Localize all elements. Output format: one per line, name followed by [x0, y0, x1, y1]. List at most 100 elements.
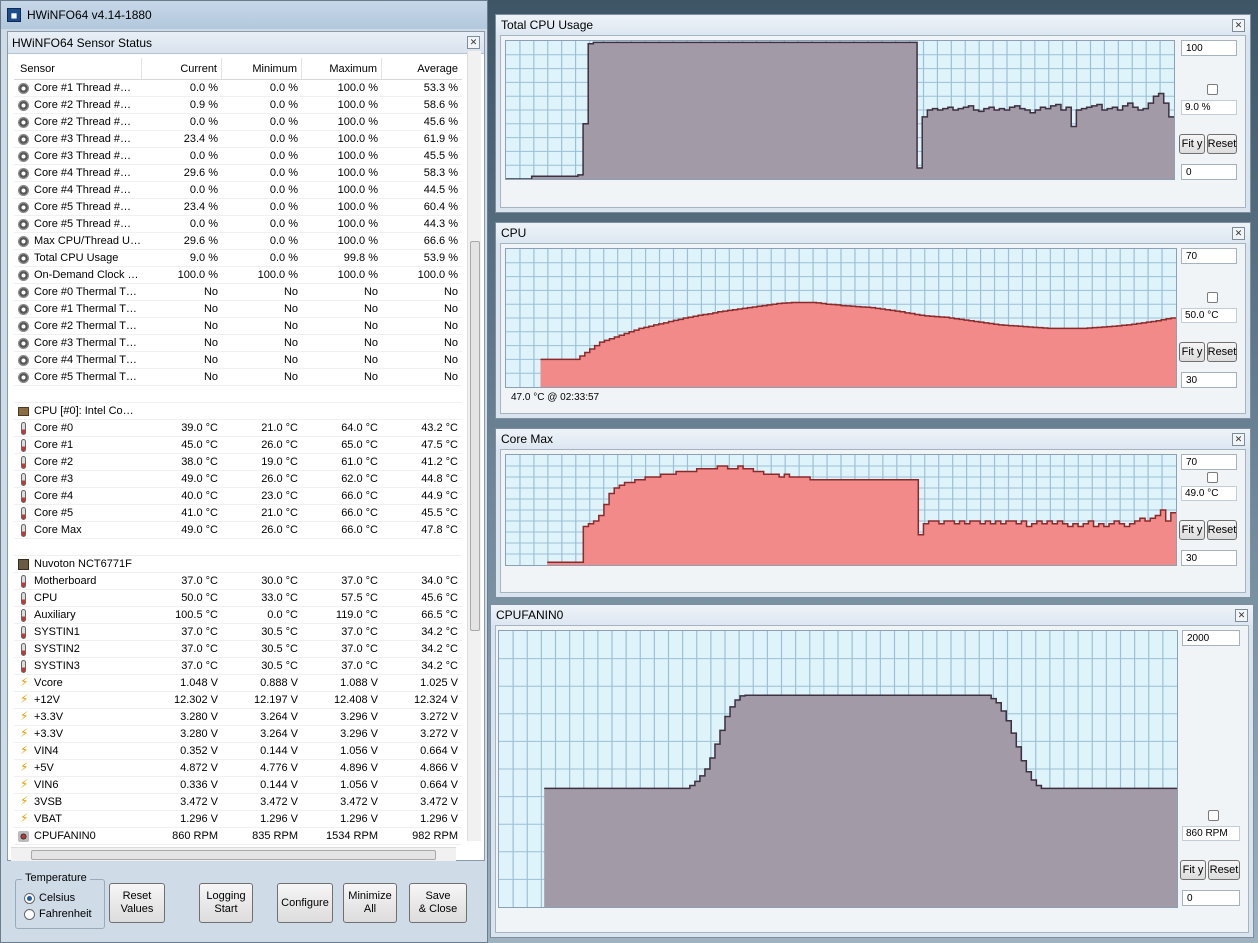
table-row[interactable]: Core #2 38.0 °C 19.0 °C 61.0 °C 41.2 °C	[14, 454, 462, 471]
table-row[interactable]: Core #4 Thread #… 29.6 % 0.0 % 100.0 % 58.3 …	[14, 165, 462, 182]
column-header-average[interactable]: Average	[382, 58, 462, 79]
graph-max-input[interactable]: 2000	[1182, 630, 1240, 646]
close-icon[interactable]: ✕	[1232, 226, 1245, 240]
table-row[interactable]: ⚡ +5V 4.872 V 4.776 V 4.896 V 4.866 V	[14, 760, 462, 777]
graph-min-input[interactable]: 0	[1181, 164, 1237, 180]
table-row[interactable]: Core #3 Thread #… 23.4 % 0.0 % 100.0 % 61.9 …	[14, 131, 462, 148]
fahrenheit-radio[interactable]	[24, 908, 35, 920]
fit-y-button[interactable]: Fit y	[1179, 134, 1205, 154]
table-row[interactable]: Core #5 41.0 °C 21.0 °C 66.0 °C 45.5 °C	[14, 505, 462, 522]
graph-checkbox[interactable]	[1207, 292, 1218, 303]
table-row[interactable]: ⚡ VIN6 0.336 V 0.144 V 1.056 V 0.664 V	[14, 777, 462, 794]
table-row[interactable]: Total CPU Usage 9.0 % 0.0 % 99.8 % 53.9 %	[14, 250, 462, 267]
reset-graph-button[interactable]: Reset	[1207, 342, 1237, 362]
table-row[interactable]: SYSTIN2 37.0 °C 30.5 °C 37.0 °C 34.2 °C	[14, 641, 462, 658]
configure-button[interactable]: Configure	[277, 883, 333, 923]
table-row[interactable]: Core #1 Thread #… 0.0 % 0.0 % 100.0 % 53.3 %	[14, 80, 462, 97]
save-close-button[interactable]: Save & Close	[409, 883, 467, 923]
table-row[interactable]: Auxiliary 100.5 °C 0.0 °C 119.0 °C 66.5 °C	[14, 607, 462, 624]
graph-checkbox[interactable]	[1207, 472, 1218, 483]
table-row[interactable]: Core #4 Thermal T… No No No No	[14, 352, 462, 369]
minimize-all-button[interactable]: Minimize All	[343, 883, 397, 923]
close-icon[interactable]: ✕	[1232, 432, 1245, 446]
graph-checkbox[interactable]	[1207, 84, 1218, 95]
group-header-row[interactable]: CPU [#0]: Intel Co…	[14, 403, 462, 420]
graph-header[interactable]: Total CPU Usage ✕	[496, 15, 1250, 35]
graph-header[interactable]: Core Max ✕	[496, 429, 1250, 449]
graph-area	[547, 466, 1176, 565]
celsius-option[interactable]: Celsius	[24, 892, 75, 904]
table-row[interactable]	[14, 386, 462, 403]
column-header-minimum[interactable]: Minimum	[222, 58, 302, 79]
main-titlebar[interactable]: ◼ HWiNFO64 v4.14-1880	[1, 1, 487, 29]
scroll-thumb-horizontal[interactable]	[31, 850, 436, 860]
table-row[interactable]: Core #1 45.0 °C 26.0 °C 65.0 °C 47.5 °C	[14, 437, 462, 454]
reset-graph-button[interactable]: Reset	[1208, 860, 1240, 880]
table-row[interactable]: ⚡ +12V 12.302 V 12.197 V 12.408 V 12.324 V	[14, 692, 462, 709]
table-row[interactable]: Core #5 Thread #… 23.4 % 0.0 % 100.0 % 60.4 …	[14, 199, 462, 216]
table-row[interactable]: ⚡ Vcore 1.048 V 0.888 V 1.088 V 1.025 V	[14, 675, 462, 692]
table-row[interactable]: Motherboard 37.0 °C 30.0 °C 37.0 °C 34.0 °C	[14, 573, 462, 590]
celsius-radio[interactable]	[24, 892, 35, 904]
current-cell: No	[203, 371, 218, 383]
table-row[interactable]: Max CPU/Thread U… 29.6 % 0.0 % 100.0 % 66.6 …	[14, 233, 462, 250]
graph-header[interactable]: CPUFANIN0 ✕	[491, 605, 1253, 625]
column-header-sensor[interactable]: Sensor	[14, 58, 142, 79]
table-row[interactable]: Core #0 39.0 °C 21.0 °C 64.0 °C 43.2 °C	[14, 420, 462, 437]
graph-header[interactable]: CPU ✕	[496, 223, 1250, 243]
graph-min-input[interactable]: 30	[1181, 550, 1237, 566]
close-icon[interactable]: ✕	[1232, 18, 1245, 32]
scroll-thumb[interactable]	[470, 241, 480, 631]
table-row[interactable]: ⚡ +3.3V 3.280 V 3.264 V 3.296 V 3.272 V	[14, 709, 462, 726]
graph-window-cpufanin0: CPUFANIN0 ✕ 2000 860 RPM Fit y Reset 0	[490, 604, 1254, 938]
horizontal-scrollbar[interactable]	[11, 847, 456, 861]
column-header-current[interactable]: Current	[142, 58, 222, 79]
reset-graph-button[interactable]: Reset	[1207, 520, 1237, 540]
reset-values-button[interactable]: Reset Values	[109, 883, 165, 923]
vertical-scrollbar[interactable]	[467, 51, 481, 841]
sensor-name-cell: Core #5 Thread #…	[14, 201, 142, 213]
table-row[interactable]: SYSTIN3 37.0 °C 30.5 °C 37.0 °C 34.2 °C	[14, 658, 462, 675]
graph-min-input[interactable]: 0	[1182, 890, 1240, 906]
graph-max-input[interactable]: 70	[1181, 248, 1237, 264]
close-icon[interactable]: ✕	[1235, 608, 1248, 622]
table-row[interactable]: Core #1 Thermal T… No No No No	[14, 301, 462, 318]
table-row[interactable]: ⚡ VIN4 0.352 V 0.144 V 1.056 V 0.664 V	[14, 743, 462, 760]
table-row[interactable]: ⚡ VBAT 1.296 V 1.296 V 1.296 V 1.296 V	[14, 811, 462, 828]
table-row[interactable]: CPUFANIN0 860 RPM 835 RPM 1534 RPM 982 RPM	[14, 828, 462, 845]
table-row[interactable]: Core #4 40.0 °C 23.0 °C 66.0 °C 44.9 °C	[14, 488, 462, 505]
fahrenheit-option[interactable]: Fahrenheit	[24, 908, 92, 920]
table-row[interactable]: Core #5 Thermal T… No No No No	[14, 369, 462, 386]
average-cell: 45.6 °C	[421, 592, 458, 604]
table-row[interactable]: SYSTIN1 37.0 °C 30.5 °C 37.0 °C 34.2 °C	[14, 624, 462, 641]
graph-max-input[interactable]: 70	[1181, 454, 1237, 470]
table-row[interactable]: Core #2 Thread #… 0.0 % 0.0 % 100.0 % 45.6 %	[14, 114, 462, 131]
table-row[interactable]: Core #3 Thermal T… No No No No	[14, 335, 462, 352]
graph-min-input[interactable]: 30	[1181, 372, 1237, 388]
fit-y-button[interactable]: Fit y	[1179, 520, 1205, 540]
table-row[interactable]: ⚡ +3.3V 3.280 V 3.264 V 3.296 V 3.272 V	[14, 726, 462, 743]
fit-y-button[interactable]: Fit y	[1180, 860, 1206, 880]
table-row[interactable]: Core #3 49.0 °C 26.0 °C 62.0 °C 44.8 °C	[14, 471, 462, 488]
table-row[interactable]: ⚡ 3VSB 3.472 V 3.472 V 3.472 V 3.472 V	[14, 794, 462, 811]
table-row[interactable]: Core #0 Thermal T… No No No No	[14, 284, 462, 301]
table-row[interactable]	[14, 539, 462, 556]
logging-start-button[interactable]: Logging Start	[199, 883, 253, 923]
graph-max-input[interactable]: 100	[1181, 40, 1237, 56]
graph-checkbox[interactable]	[1208, 810, 1219, 821]
table-row[interactable]: Core Max 49.0 °C 26.0 °C 66.0 °C 47.8 °C	[14, 522, 462, 539]
reset-graph-button[interactable]: Reset	[1207, 134, 1237, 154]
close-icon[interactable]: ✕	[467, 36, 480, 49]
table-row[interactable]: CPU 50.0 °C 33.0 °C 57.5 °C 45.6 °C	[14, 590, 462, 607]
table-row[interactable]: Core #2 Thermal T… No No No No	[14, 318, 462, 335]
maximum-cell: 100.0 %	[337, 269, 378, 281]
table-row[interactable]: Core #5 Thread #… 0.0 % 0.0 % 100.0 % 44.3 %	[14, 216, 462, 233]
group-header-row[interactable]: Nuvoton NCT6771F	[14, 556, 462, 573]
table-row[interactable]: Core #2 Thread #… 0.9 % 0.0 % 100.0 % 58.6 %	[14, 97, 462, 114]
table-row[interactable]: On-Demand Clock … 100.0 % 100.0 % 100.0 % 10…	[14, 267, 462, 284]
minimum-cell: 33.0 °C	[261, 592, 298, 604]
column-header-maximum[interactable]: Maximum	[302, 58, 382, 79]
table-row[interactable]: Core #4 Thread #… 0.0 % 0.0 % 100.0 % 44.5 %	[14, 182, 462, 199]
table-row[interactable]: Core #3 Thread #… 0.0 % 0.0 % 100.0 % 45.5 %	[14, 148, 462, 165]
fit-y-button[interactable]: Fit y	[1179, 342, 1205, 362]
